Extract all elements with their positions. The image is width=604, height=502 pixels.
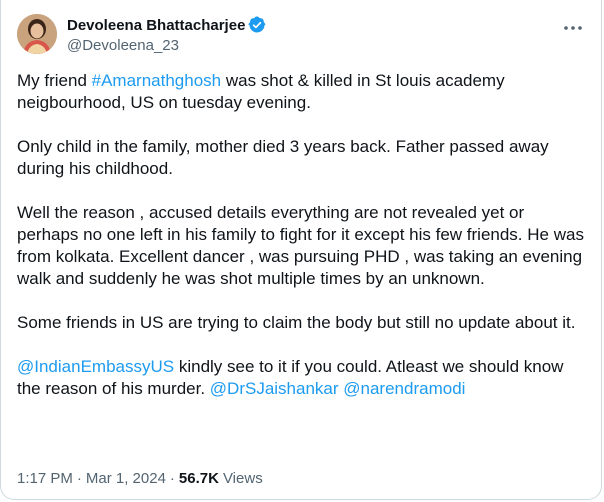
author-handle[interactable]: @Devoleena_23	[67, 37, 266, 54]
tweet-paragraph-4: Some friends in US are trying to claim t…	[17, 313, 576, 332]
verified-badge-icon	[248, 16, 266, 33]
tweet-meta: 1:17 PM · Mar 1, 2024 · 56.7K Views	[17, 470, 263, 487]
tweet-time[interactable]: 1:17 PM	[17, 470, 73, 487]
tweet-header: Devoleena Bhattacharjee @Devoleena_23	[17, 12, 585, 60]
mention-link[interactable]: @IndianEmbassyUS	[17, 357, 174, 376]
hashtag-link[interactable]: #Amarnathghosh	[92, 71, 221, 90]
author-display-name[interactable]: Devoleena Bhattacharjee	[67, 17, 245, 34]
tweet-body: My friend #Amarnathghosh was shot & kill…	[17, 70, 587, 422]
tweet-paragraph-3: Well the reason , accused details everyt…	[17, 203, 584, 288]
views-label: Views	[222, 470, 263, 487]
mention-link[interactable]: @narendramodi	[343, 379, 465, 398]
more-options-icon[interactable]	[561, 16, 585, 40]
tweet-paragraph-5: @IndianEmbassyUS kindly see to it if you…	[17, 357, 564, 398]
author-names: Devoleena Bhattacharjee @Devoleena_23	[67, 15, 266, 54]
tweet-card: Devoleena Bhattacharjee @Devoleena_23 My…	[0, 0, 602, 500]
avatar[interactable]	[17, 14, 57, 54]
separator: ·	[76, 470, 82, 487]
separator: ·	[169, 470, 175, 487]
tweet-date[interactable]: Mar 1, 2024	[86, 470, 166, 487]
tweet-paragraph-1: My friend #Amarnathghosh was shot & kill…	[17, 71, 505, 112]
mention-link[interactable]: @DrSJaishankar	[210, 379, 339, 398]
views-count[interactable]: 56.7K	[179, 470, 219, 487]
avatar-image	[17, 14, 57, 54]
tweet-paragraph-2: Only child in the family, mother died 3 …	[17, 137, 549, 178]
